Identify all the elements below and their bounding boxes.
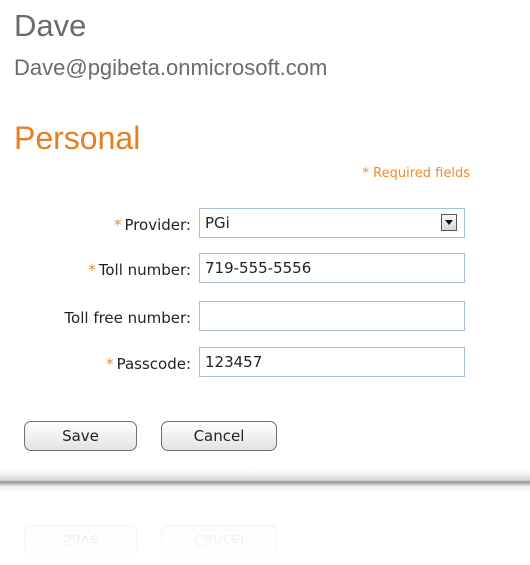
passcode-label: * Passcode: — [106, 354, 191, 374]
personal-settings-panel: Dave Dave@pgibeta.onmicrosoft.com Person… — [0, 0, 530, 482]
required-marker: * — [88, 261, 96, 279]
toll-number-input[interactable]: 719-555-5556 — [199, 253, 465, 283]
toll-free-number-row: Toll free number: — [0, 301, 530, 335]
required-marker: * — [113, 216, 122, 234]
provider-label-text: Provider: — [124, 216, 191, 234]
provider-row: * Provider: PGi — [0, 208, 530, 242]
provider-selected-value: PGi — [205, 214, 230, 232]
toll-number-label-text: Toll number: — [98, 261, 191, 279]
toll-free-number-label: Toll free number: — [64, 309, 191, 327]
toll-number-label: * Toll number: — [88, 260, 191, 280]
user-email: Dave@pgibeta.onmicrosoft.com — [14, 55, 328, 80]
passcode-label-text: Passcode: — [116, 355, 191, 373]
save-button-reflection: Save — [24, 525, 137, 555]
save-button[interactable]: Save — [24, 421, 137, 451]
required-fields-note: * Required fields — [362, 166, 470, 181]
cancel-button-reflection: Cancel — [161, 525, 277, 555]
cancel-button[interactable]: Cancel — [161, 421, 277, 451]
toll-free-number-input[interactable] — [199, 301, 465, 331]
provider-select[interactable]: PGi — [199, 208, 465, 238]
passcode-row: * Passcode: 123457 — [0, 347, 530, 381]
panel-reflection: Save Cancel — [0, 492, 530, 565]
required-marker: * — [106, 355, 114, 373]
chevron-down-icon[interactable] — [441, 214, 457, 231]
section-title: Personal — [14, 120, 141, 156]
user-name: Dave — [14, 8, 87, 43]
provider-label: * Provider: — [114, 215, 191, 235]
toll-number-row: * Toll number: 719-555-5556 — [0, 253, 530, 287]
panel-shadow-edge — [0, 470, 530, 492]
passcode-input[interactable]: 123457 — [199, 347, 465, 377]
